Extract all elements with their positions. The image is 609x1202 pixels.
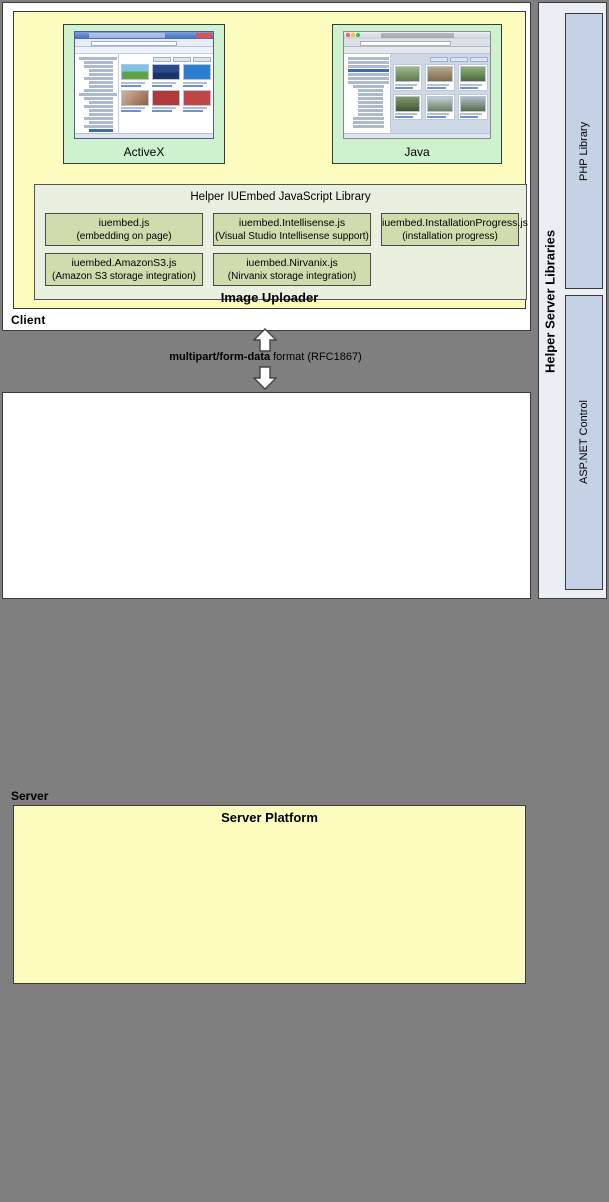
transfer-format-name: multipart/form-data (169, 351, 271, 363)
library-item-desc: (Nirvanix storage integration) (227, 271, 357, 282)
server-platform-panel: Server Platform Web Servers IIS Apache O… (13, 805, 526, 984)
helper-library-php: PHP Library (565, 13, 603, 289)
helper-server-libraries-title: Helper Server Libraries (542, 229, 558, 374)
library-item-desc: (Visual Studio Intellisense support) (215, 231, 369, 242)
client-container: Client ActiveX Java Helper IUEmbed JavaS… (2, 2, 531, 331)
server-label: Server (11, 789, 49, 803)
library-item-intellisense: iuembed.Intellisense.js (Visual Studio I… (213, 213, 371, 246)
library-item-nirvanix: iuembed.Nirvanix.js (Nirvanix storage in… (213, 253, 371, 286)
technology-panel-java: Java (332, 24, 502, 164)
server-container: Server Server Platform Web Servers IIS A… (2, 392, 531, 984)
library-item-name: iuembed.Intellisense.js (238, 217, 346, 229)
arrow-up-icon (252, 328, 278, 352)
technology-label-java: Java (404, 145, 430, 159)
mac-browser-screenshot (343, 31, 491, 139)
library-item-desc: (embedding on page) (76, 231, 172, 242)
helper-library-aspnet-control: ASP.NET Control (565, 295, 603, 590)
technology-panel-activex: ActiveX (63, 24, 225, 164)
helper-server-libraries-panel: Helper Server Libraries PHP Library ASP.… (538, 2, 607, 599)
helper-js-library-title: Helper IUEmbed JavaScript Library (190, 191, 371, 203)
transfer-format-label: multipart/form-data format (RFC1867) (0, 351, 531, 363)
technology-label-activex: ActiveX (123, 145, 165, 159)
arrow-down-icon (252, 366, 278, 390)
library-item-installationprogress: iuembed.InstallationProgress.js (install… (381, 213, 528, 246)
library-item-name: iuembed.AmazonS3.js (71, 257, 177, 269)
library-item-desc: (installation progress) (402, 231, 498, 242)
library-item-desc: (Amazon S3 storage integration) (52, 271, 196, 282)
image-uploader-title: Image Uploader (220, 290, 319, 305)
server-platform-title: Server Platform (221, 810, 318, 825)
ie-browser-screenshot (74, 31, 214, 139)
library-item-name: iuembed.Nirvanix.js (246, 257, 338, 269)
image-uploader-panel: ActiveX Java Helper IUEmbed JavaScript L… (13, 11, 528, 309)
library-item-name: iuembed.js (98, 217, 150, 229)
library-item-name: iuembed.InstallationProgress.js (382, 217, 528, 229)
helper-js-library-panel: Helper IUEmbed JavaScript Library iuembe… (34, 184, 528, 300)
architecture-diagram: Client ActiveX Java Helper IUEmbed JavaS… (0, 0, 609, 984)
client-label: Client (11, 313, 46, 327)
library-item-amazons3: iuembed.AmazonS3.js (Amazon S3 storage i… (45, 253, 203, 286)
transfer-format-suffix: format (RFC1867) (270, 351, 362, 363)
library-item-iuembed: iuembed.js (embedding on page) (45, 213, 203, 246)
